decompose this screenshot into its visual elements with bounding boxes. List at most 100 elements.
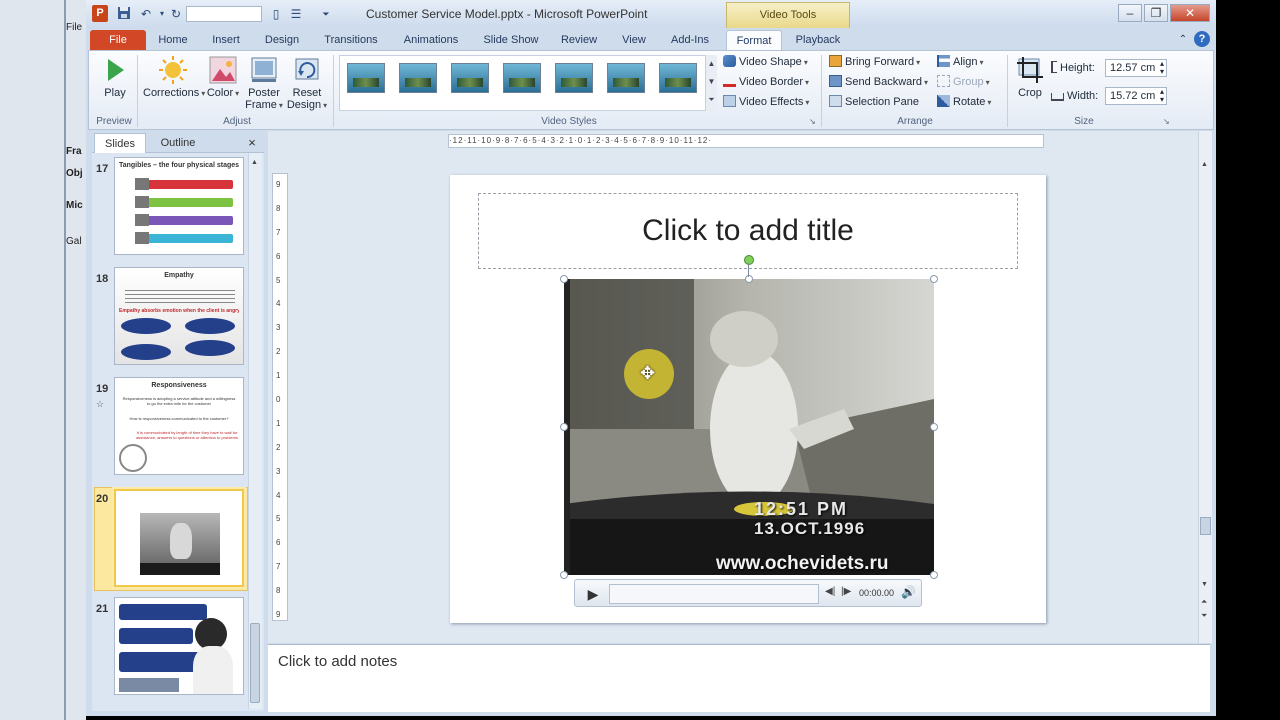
resize-handle[interactable]: [560, 423, 568, 431]
font-name-box[interactable]: [186, 6, 262, 22]
tab-slides[interactable]: Slides: [94, 133, 146, 153]
video-frame[interactable]: 12:51 PM 13.OCT.1996 www.ochevidets.ru ✥: [564, 279, 934, 575]
tab-insert[interactable]: Insert: [204, 30, 248, 50]
tab-design[interactable]: Design: [258, 30, 306, 50]
tab-outline[interactable]: Outline: [150, 133, 206, 153]
color-button[interactable]: Color ▾: [205, 55, 241, 99]
corrections-button[interactable]: Corrections ▾: [143, 55, 205, 99]
video-shape-button[interactable]: Video Shape ▾: [723, 53, 808, 71]
selection-pane-button[interactable]: Selection Pane: [829, 93, 919, 111]
customize-qat-icon[interactable]: ⏷: [318, 6, 334, 22]
rotate-button[interactable]: Rotate ▾: [937, 93, 991, 111]
video-style-thumb[interactable]: [607, 63, 645, 93]
next-slide-icon[interactable]: ⏷: [1201, 611, 1207, 621]
reset-design-button[interactable]: Reset Design ▾: [285, 55, 329, 111]
player-timeline[interactable]: [609, 584, 819, 604]
poster-frame-button[interactable]: Poster Frame ▾: [243, 55, 285, 111]
video-style-thumb[interactable]: [503, 63, 541, 93]
slide-thumbnail-17[interactable]: Tangibles – the four physical stages: [114, 157, 244, 255]
tab-add-ins[interactable]: Add-Ins: [664, 30, 716, 50]
bg-fragment: Mic: [66, 200, 83, 211]
minimize-button[interactable]: –: [1118, 4, 1142, 22]
video-style-thumb[interactable]: [555, 63, 593, 93]
restore-button[interactable]: ❐: [1144, 4, 1168, 22]
width-input[interactable]: 15.72 cm ▴ ▾: [1105, 87, 1167, 105]
video-style-thumb[interactable]: [451, 63, 489, 93]
tab-playback[interactable]: Playback: [790, 30, 846, 50]
new-slide-icon[interactable]: ▯: [268, 6, 284, 22]
slides-scrollbar[interactable]: ▲: [248, 153, 262, 709]
send-backward-button[interactable]: Send Backward ▾: [829, 73, 928, 91]
group-button[interactable]: Group ▾: [937, 73, 990, 91]
send-backward-icon: [829, 75, 842, 87]
tab-file[interactable]: File: [90, 30, 146, 50]
redo-icon[interactable]: ↻: [168, 6, 184, 22]
ribbon-format: Play Preview Corrections ▾ Color ▾ Poster …: [88, 50, 1214, 130]
vertical-ruler-tick-label: 5: [276, 514, 281, 523]
height-input[interactable]: 12.57 cm ▴ ▾: [1105, 59, 1167, 77]
powerpoint-app-icon[interactable]: P: [92, 5, 108, 22]
thumb-text: It is communicated by length of time the…: [136, 430, 238, 440]
gallery-scroll[interactable]: ▲ ▼ ⏷: [705, 55, 717, 111]
player-step-back-icon[interactable]: ◀|: [825, 586, 835, 597]
title-placeholder-text: Click to add title: [642, 214, 854, 247]
slide-canvas[interactable]: Click to add title 12:51 PM 13.OCT.1996 …: [450, 175, 1046, 623]
notes-placeholder: Click to add notes: [278, 653, 398, 670]
player-step-forward-icon[interactable]: |▶: [841, 586, 851, 597]
thumb-video: [140, 513, 220, 575]
undo-icon[interactable]: ↶: [138, 6, 154, 22]
resize-handle[interactable]: [745, 275, 753, 283]
reset-design-label-1: Reset: [292, 87, 322, 99]
slide-thumbnail-21[interactable]: [114, 597, 244, 695]
video-style-thumb[interactable]: [399, 63, 437, 93]
slide-thumbnail-20[interactable]: [114, 489, 244, 587]
reset-design-icon: [292, 55, 322, 85]
tab-transitions[interactable]: Transitions: [318, 30, 384, 50]
notes-pane[interactable]: Click to add notes: [268, 644, 1210, 712]
play-button[interactable]: Play: [95, 55, 135, 99]
group-label-adjust: Adjust: [223, 116, 251, 127]
background-application: File Fra Obj Mic Gal: [0, 0, 86, 720]
player-volume-icon[interactable]: 🔊: [901, 585, 916, 599]
resize-handle[interactable]: [560, 571, 568, 579]
thumb-text: How is responsiveness communicated to th…: [129, 416, 229, 421]
resize-handle[interactable]: [560, 275, 568, 283]
minimize-ribbon-icon[interactable]: ⌃: [1176, 30, 1190, 50]
video-timestamp-date: 13.OCT.1996: [754, 519, 866, 538]
resize-handle[interactable]: [930, 423, 938, 431]
slide-thumbnail-18[interactable]: Empathy Empathy absorbs emotion when the…: [114, 267, 244, 365]
tab-animations[interactable]: Animations: [398, 30, 464, 50]
tab-format[interactable]: Format: [726, 30, 782, 50]
dialog-launcher-icon[interactable]: ↘: [809, 117, 816, 126]
bring-forward-button[interactable]: Bring Forward ▾: [829, 53, 920, 71]
tab-view[interactable]: View: [616, 30, 652, 50]
video-effects-button[interactable]: Video Effects ▾: [723, 93, 809, 111]
vertical-ruler-tick-label: 1: [276, 419, 281, 428]
save-icon[interactable]: [116, 6, 132, 22]
size-dialog-launcher-icon[interactable]: ↘: [1163, 117, 1170, 126]
resize-handle[interactable]: [930, 275, 938, 283]
tab-slide-show[interactable]: Slide Show: [478, 30, 544, 50]
resize-handle[interactable]: [930, 571, 938, 579]
player-play-icon[interactable]: ▶: [581, 584, 605, 604]
crop-button[interactable]: Crop: [1011, 55, 1049, 99]
previous-slide-icon[interactable]: ⏶: [1201, 597, 1207, 607]
main-scrollbar[interactable]: ▲ ▼ ⏶ ⏷: [1198, 131, 1212, 643]
slide-thumbnail-19[interactable]: Responsiveness Responsiveness is adoptin…: [114, 377, 244, 475]
close-button[interactable]: ✕: [1170, 4, 1210, 22]
bg-fragment: File: [66, 22, 83, 33]
video-border-button[interactable]: Video Border ▾: [723, 73, 809, 91]
group-icon: [937, 75, 950, 87]
video-style-thumb[interactable]: [659, 63, 697, 93]
close-panel-icon[interactable]: ×: [244, 133, 260, 153]
tab-home[interactable]: Home: [152, 30, 194, 50]
vertical-ruler: 9 8 7 6 5 4 3 2 1 0 1 2 3 4 5 6 7 8 9: [272, 173, 288, 621]
align-button[interactable]: Align ▾: [937, 53, 983, 71]
vertical-ruler-tick-label: 7: [276, 228, 281, 237]
video-style-thumb[interactable]: [347, 63, 385, 93]
bullets-icon[interactable]: ☰: [288, 6, 304, 22]
rotate-handle[interactable]: [744, 255, 754, 265]
tab-review[interactable]: Review: [556, 30, 602, 50]
help-icon[interactable]: ?: [1194, 31, 1210, 47]
powerpoint-window: P ↶ ▾ ↻ ▯ ☰ ⏷ Customer Service Model.ppt…: [86, 0, 1216, 716]
